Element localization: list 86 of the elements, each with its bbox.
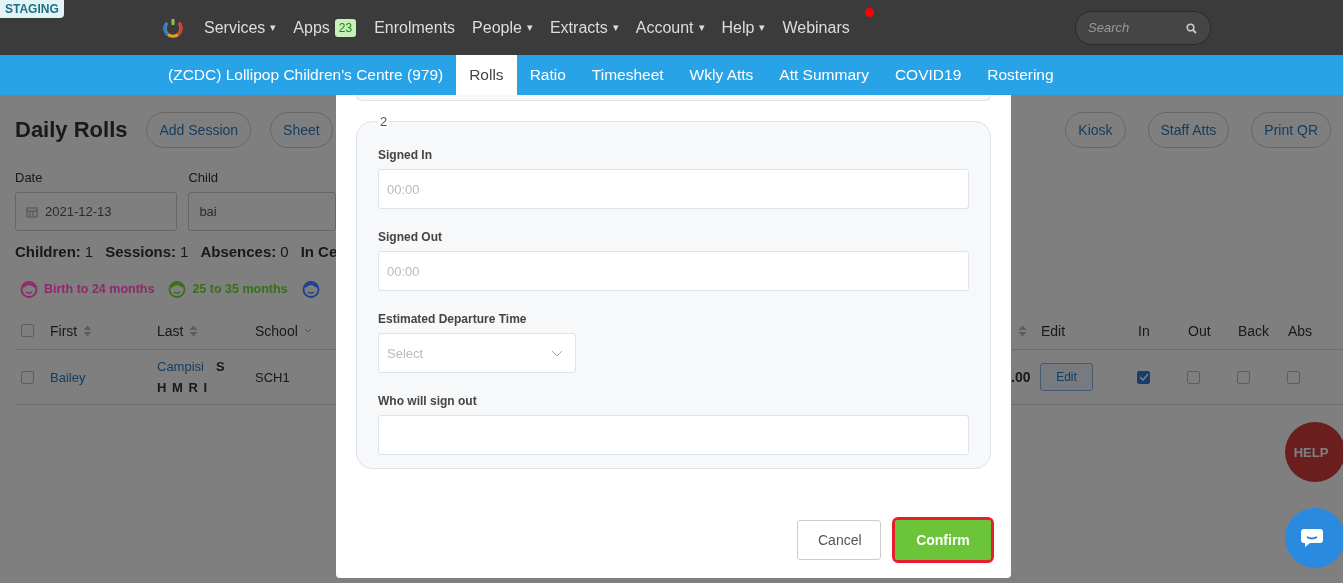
nav-menu-item[interactable]: Extracts: [549, 18, 608, 37]
sub-navigation-tab[interactable]: Ratio: [516, 55, 579, 95]
sub-navigation-tab[interactable]: Rostering: [974, 55, 1067, 95]
help-button[interactable]: HELP: [1285, 422, 1343, 482]
select-all-checkbox[interactable]: [21, 324, 34, 337]
caret-icon[interactable]: ▾: [612, 21, 619, 34]
stat-label: In Ce: [300, 243, 336, 260]
attendance-checkbox[interactable]: [1187, 370, 1200, 384]
stat-value: 1: [180, 243, 189, 260]
sub-navigation-tab[interactable]: Att Summary: [766, 55, 882, 95]
confirm-button[interactable]: Confirm: [895, 520, 991, 560]
filter-label: Child: [188, 170, 219, 187]
column-header: Edit: [1041, 322, 1067, 339]
stat-label: Children:: [15, 243, 81, 260]
sort-icon[interactable]: [83, 324, 93, 337]
nav-menu-item[interactable]: Webinars: [782, 18, 850, 37]
attendance-checkbox[interactable]: [1287, 370, 1300, 384]
page-action-button[interactable]: Add Session: [146, 112, 252, 148]
page-action-button[interactable]: Staff Atts: [1147, 112, 1230, 148]
chat-button[interactable]: [1285, 508, 1343, 568]
section-number: 2: [378, 115, 390, 128]
filter-field[interactable]: 2021-12-13: [15, 192, 178, 231]
child-first-name-link[interactable]: Bailey: [50, 369, 157, 385]
cancel-button[interactable]: Cancel: [797, 520, 881, 560]
nav-menu-item[interactable]: People: [472, 18, 522, 37]
select-field[interactable]: Select: [378, 333, 576, 373]
edit-button[interactable]: Edit: [1040, 363, 1093, 391]
sort-icon[interactable]: [1018, 324, 1027, 337]
nav-menu-item[interactable]: Help: [721, 18, 755, 37]
sub-navigation-tab[interactable]: (ZCDC) Lollipop Children's Centre (979): [155, 55, 457, 95]
filter-field[interactable]: bai: [188, 192, 336, 231]
calendar-icon: [26, 205, 38, 218]
sub-navigation-tab[interactable]: COVID19: [881, 55, 975, 95]
field-label: Signed Out: [378, 230, 443, 244]
row-checkbox[interactable]: [21, 370, 34, 384]
chevron-down-icon: [551, 349, 563, 357]
nav-menu-item[interactable]: Enrolments: [374, 18, 456, 37]
stat-value: 1: [84, 243, 94, 260]
column-header[interactable]: First: [50, 322, 78, 339]
page-title: Daily Rolls: [15, 117, 128, 143]
page-action-button[interactable]: Print QR: [1251, 112, 1331, 148]
caret-icon[interactable]: ▾: [526, 21, 533, 34]
input-field[interactable]: 00:00: [378, 251, 969, 291]
page-action-button[interactable]: Sheet: [270, 112, 333, 148]
chat-bubble-icon: [1300, 528, 1324, 548]
page-action-button[interactable]: Kiosk: [1065, 112, 1126, 148]
environment-badge: STAGING: [0, 0, 64, 18]
age-group-label: Birth to 24 months: [44, 282, 155, 296]
table-cell-text: SCH1: [255, 369, 291, 385]
column-header: Out: [1188, 322, 1212, 339]
column-header[interactable]: Last: [157, 322, 184, 339]
logo-icon: [162, 16, 184, 39]
sub-navigation-tab[interactable]: Wkly Atts: [676, 55, 767, 95]
caret-icon[interactable]: ▾: [698, 21, 705, 34]
field-label: Who will sign out: [378, 394, 478, 408]
codes-text: H M R I: [157, 380, 210, 395]
caret-icon[interactable]: ▾: [759, 21, 766, 34]
table-cell-text: .00: [1011, 369, 1032, 385]
input-field[interactable]: [378, 415, 969, 455]
search-field[interactable]: Search: [1075, 10, 1211, 45]
search-icon: [1186, 22, 1197, 34]
nav-menu-item[interactable]: Account: [635, 18, 694, 37]
flag-text: S: [215, 359, 225, 374]
stat-label: Sessions:: [105, 243, 177, 260]
field-label: Estimated Departure Time: [378, 312, 528, 326]
column-header: In: [1138, 322, 1151, 339]
sort-icon[interactable]: [189, 324, 199, 337]
stat-label: Absences:: [200, 243, 277, 260]
nav-menu-item[interactable]: Apps: [293, 18, 330, 37]
filter-label: Date: [15, 170, 44, 187]
field-label: Signed In: [378, 148, 433, 162]
column-header: Back: [1238, 322, 1271, 339]
sub-navigation-tab[interactable]: Rolls: [456, 55, 517, 95]
attendance-checkbox[interactable]: [1237, 370, 1250, 384]
column-header[interactable]: School: [255, 322, 298, 339]
count-badge: 23: [334, 18, 357, 37]
child-last-name-link[interactable]: Campisi: [157, 359, 204, 374]
column-header: Abs: [1288, 322, 1314, 339]
nav-menu-item[interactable]: Services: [204, 18, 266, 37]
caret-icon[interactable]: ▾: [270, 21, 277, 34]
chevron-down-icon[interactable]: [303, 327, 312, 334]
input-field[interactable]: 00:00: [378, 169, 969, 209]
attendance-checkbox[interactable]: [1137, 370, 1150, 384]
sub-navigation-tab[interactable]: Timesheet: [578, 55, 677, 95]
stat-value: 0: [280, 243, 289, 260]
age-group-label: 25 to 35 months: [192, 282, 288, 296]
